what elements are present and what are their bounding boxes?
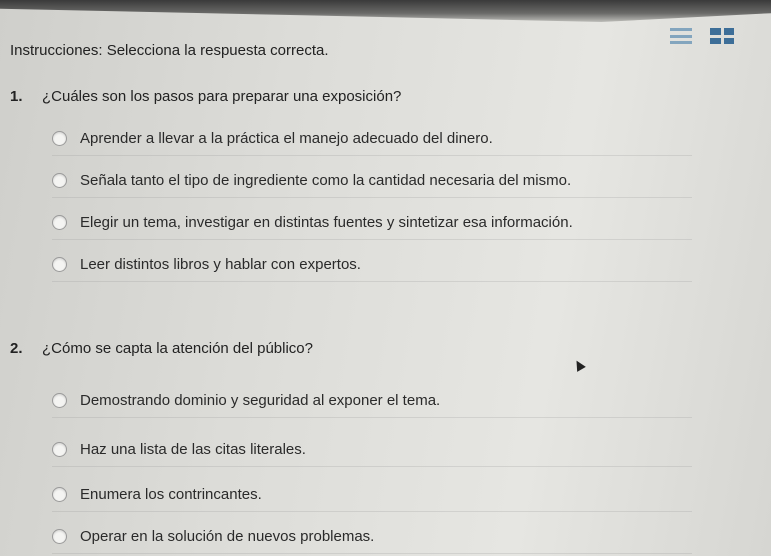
view-toggle — [670, 28, 734, 44]
radio-button[interactable] — [52, 257, 67, 272]
radio-button[interactable] — [52, 393, 67, 408]
option-label: Señala tanto el tipo de ingrediente como… — [80, 172, 572, 189]
option-1c[interactable]: Elegir un tema, investigar en distintas … — [52, 206, 692, 240]
radio-button[interactable] — [52, 173, 67, 188]
question-text: ¿Cuáles son los pasos para preparar una … — [42, 88, 402, 105]
option-2d[interactable]: Operar en la solución de nuevos problema… — [52, 520, 692, 554]
option-2c[interactable]: Enumera los contrincantes. — [52, 478, 692, 512]
radio-button[interactable] — [52, 131, 67, 146]
radio-button[interactable] — [52, 487, 67, 502]
option-label: Haz una lista de las citas literales. — [80, 441, 306, 458]
radio-button[interactable] — [52, 529, 67, 544]
option-1b[interactable]: Señala tanto el tipo de ingrediente como… — [52, 164, 692, 198]
option-1a[interactable]: Aprender a llevar a la práctica el manej… — [52, 122, 692, 156]
top-bar — [0, 0, 771, 22]
option-2b[interactable]: Haz una lista de las citas literales. — [52, 433, 692, 467]
mouse-cursor-icon — [572, 358, 586, 372]
instructions-text: Instrucciones: Selecciona la respuesta c… — [10, 42, 329, 59]
option-label: Enumera los contrincantes. — [80, 486, 262, 503]
radio-button[interactable] — [52, 215, 67, 230]
list-view-icon[interactable] — [670, 28, 692, 44]
option-1d[interactable]: Leer distintos libros y hablar con exper… — [52, 248, 692, 282]
radio-button[interactable] — [52, 442, 67, 457]
question-2: 2. ¿Cómo se capta la atención del públic… — [10, 340, 313, 357]
grid-view-icon[interactable] — [710, 28, 734, 44]
question-1: 1. ¿Cuáles son los pasos para preparar u… — [10, 88, 401, 105]
question-number: 1. — [10, 88, 23, 105]
option-label: Demostrando dominio y seguridad al expon… — [80, 392, 441, 409]
option-label: Operar en la solución de nuevos problema… — [80, 528, 375, 545]
question-number: 2. — [10, 340, 23, 357]
option-label: Aprender a llevar a la práctica el manej… — [80, 130, 493, 147]
option-label: Leer distintos libros y hablar con exper… — [80, 256, 361, 273]
option-2a[interactable]: Demostrando dominio y seguridad al expon… — [52, 384, 692, 418]
question-text: ¿Cómo se capta la atención del público? — [42, 340, 313, 357]
option-label: Elegir un tema, investigar en distintas … — [80, 214, 573, 231]
